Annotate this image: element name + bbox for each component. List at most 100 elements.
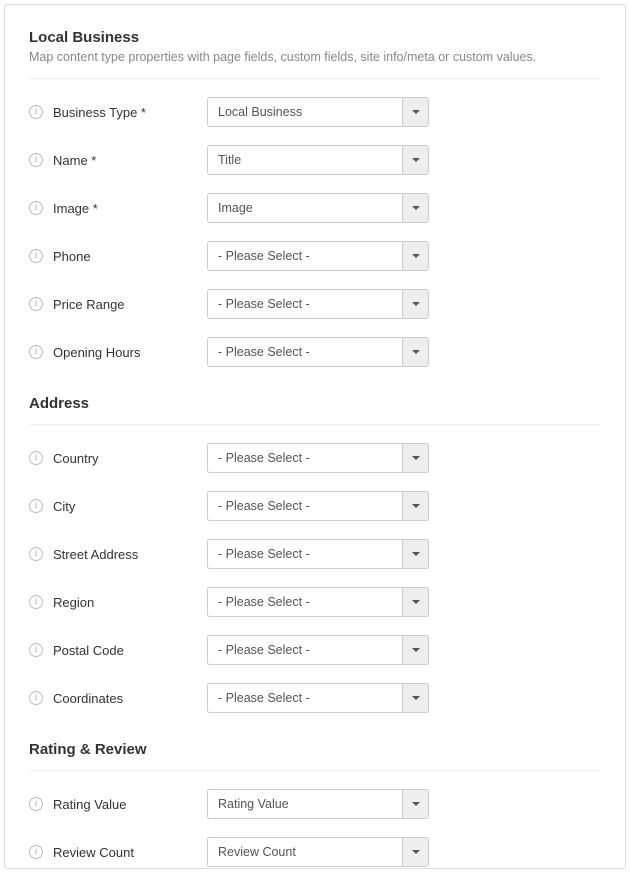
info-icon[interactable]: i [29,105,43,119]
field-label: Region [53,595,94,610]
caret-down-icon [412,600,420,604]
caret-down-icon [412,456,420,460]
label-cell: i Coordinates [29,691,207,706]
row-business-type: i Business Type * Local Business [29,97,601,127]
info-icon[interactable]: i [29,595,43,609]
select-toggle[interactable] [402,289,429,319]
field-label: Name * [53,153,96,168]
caret-down-icon [412,504,420,508]
select-price-range[interactable]: - Please Select - [207,289,429,319]
select-opening-hours[interactable]: - Please Select - [207,337,429,367]
select-value[interactable]: Image [207,193,402,223]
select-toggle[interactable] [402,145,429,175]
select-value[interactable]: - Please Select - [207,635,402,665]
select-toggle[interactable] [402,789,429,819]
select-value[interactable]: - Please Select - [207,491,402,521]
row-street-address: i Street Address - Please Select - [29,539,601,569]
row-review-count: i Review Count Review Count [29,837,601,867]
field-label: Phone [53,249,91,264]
info-icon[interactable]: i [29,547,43,561]
select-postal-code[interactable]: - Please Select - [207,635,429,665]
caret-down-icon [412,802,420,806]
info-icon[interactable]: i [29,451,43,465]
select-toggle[interactable] [402,837,429,867]
divider [29,424,601,425]
row-phone: i Phone - Please Select - [29,241,601,271]
row-coordinates: i Coordinates - Please Select - [29,683,601,713]
select-value[interactable]: - Please Select - [207,337,402,367]
row-opening-hours: i Opening Hours - Please Select - [29,337,601,367]
info-icon[interactable]: i [29,345,43,359]
select-review-count[interactable]: Review Count [207,837,429,867]
label-cell: i Phone [29,249,207,264]
info-icon[interactable]: i [29,297,43,311]
select-business-type[interactable]: Local Business [207,97,429,127]
info-icon[interactable]: i [29,845,43,859]
select-country[interactable]: - Please Select - [207,443,429,473]
row-city: i City - Please Select - [29,491,601,521]
field-label: Business Type * [53,105,146,120]
select-value[interactable]: Review Count [207,837,402,867]
select-name[interactable]: Title [207,145,429,175]
select-toggle[interactable] [402,683,429,713]
row-rating-value: i Rating Value Rating Value [29,789,601,819]
info-icon[interactable]: i [29,499,43,513]
select-coordinates[interactable]: - Please Select - [207,683,429,713]
select-phone[interactable]: - Please Select - [207,241,429,271]
label-cell: i Opening Hours [29,345,207,360]
field-label: Rating Value [53,797,126,812]
label-cell: i Rating Value [29,797,207,812]
info-icon[interactable]: i [29,691,43,705]
caret-down-icon [412,696,420,700]
select-value[interactable]: - Please Select - [207,289,402,319]
label-cell: i Price Range [29,297,207,312]
select-toggle[interactable] [402,193,429,223]
divider [29,770,601,771]
select-toggle[interactable] [402,635,429,665]
select-value[interactable]: Title [207,145,402,175]
select-value[interactable]: - Please Select - [207,241,402,271]
field-label: Review Count [53,845,134,860]
label-cell: i Review Count [29,845,207,860]
row-postal-code: i Postal Code - Please Select - [29,635,601,665]
info-icon[interactable]: i [29,201,43,215]
select-value[interactable]: - Please Select - [207,587,402,617]
caret-down-icon [412,158,420,162]
info-icon[interactable]: i [29,797,43,811]
select-toggle[interactable] [402,241,429,271]
select-toggle[interactable] [402,539,429,569]
select-value[interactable]: - Please Select - [207,539,402,569]
label-cell: i Image * [29,201,207,216]
label-cell: i Name * [29,153,207,168]
caret-down-icon [412,302,420,306]
field-label: Street Address [53,547,138,562]
select-city[interactable]: - Please Select - [207,491,429,521]
select-toggle[interactable] [402,443,429,473]
info-icon[interactable]: i [29,153,43,167]
label-cell: i Country [29,451,207,466]
select-value[interactable]: Rating Value [207,789,402,819]
select-value[interactable]: - Please Select - [207,683,402,713]
field-label: City [53,499,75,514]
select-region[interactable]: - Please Select - [207,587,429,617]
caret-down-icon [412,110,420,114]
select-toggle[interactable] [402,491,429,521]
row-name: i Name * Title [29,145,601,175]
select-toggle[interactable] [402,337,429,367]
info-icon[interactable]: i [29,249,43,263]
select-toggle[interactable] [402,587,429,617]
settings-panel: Local Business Map content type properti… [4,4,626,869]
select-image[interactable]: Image [207,193,429,223]
divider [29,78,601,79]
caret-down-icon [412,552,420,556]
select-value[interactable]: - Please Select - [207,443,402,473]
select-rating-value[interactable]: Rating Value [207,789,429,819]
select-toggle[interactable] [402,97,429,127]
caret-down-icon [412,254,420,258]
select-street-address[interactable]: - Please Select - [207,539,429,569]
select-value[interactable]: Local Business [207,97,402,127]
page-title: Local Business [29,29,601,46]
field-label: Postal Code [53,643,124,658]
info-icon[interactable]: i [29,643,43,657]
row-price-range: i Price Range - Please Select - [29,289,601,319]
